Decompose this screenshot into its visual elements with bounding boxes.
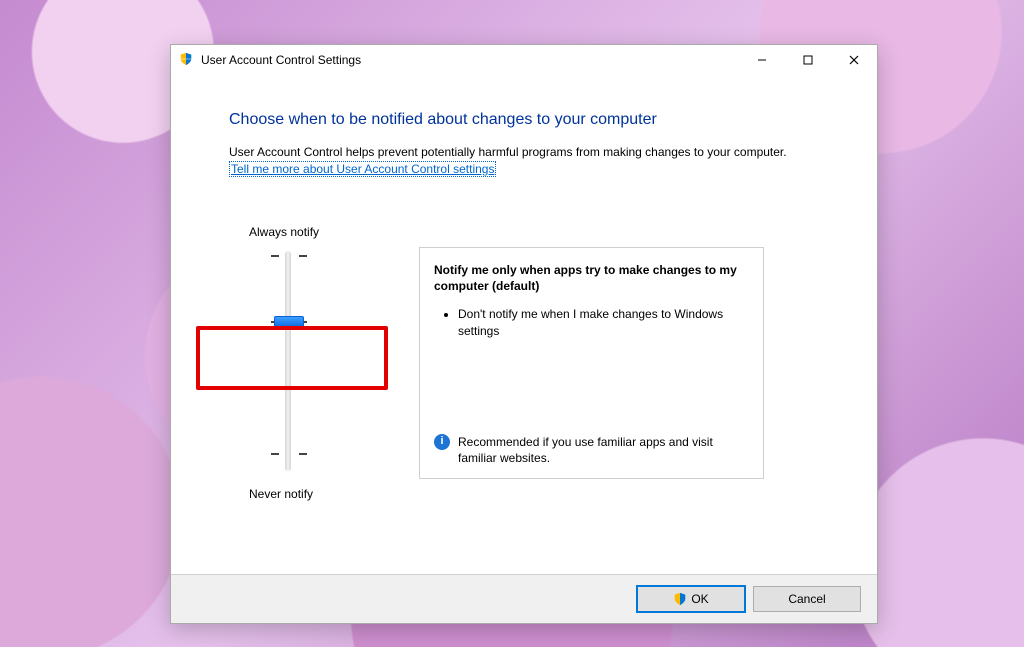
close-button[interactable] bbox=[831, 45, 877, 75]
slider-tick bbox=[299, 453, 307, 455]
ok-button[interactable]: OK bbox=[637, 586, 745, 612]
level-recommendation: Recommended if you use familiar apps and… bbox=[458, 434, 749, 466]
help-link[interactable]: Tell me more about User Account Control … bbox=[229, 161, 496, 177]
slider-track[interactable] bbox=[285, 251, 291, 471]
level-bullet: Don't notify me when I make changes to W… bbox=[458, 306, 749, 338]
desktop-wallpaper: User Account Control Settings Choose whe… bbox=[0, 0, 1024, 647]
slider-thumb[interactable] bbox=[274, 316, 304, 330]
slider-tick bbox=[271, 387, 279, 389]
shield-icon bbox=[673, 592, 687, 606]
cancel-button[interactable]: Cancel bbox=[753, 586, 861, 612]
level-description-panel: Notify me only when apps try to make cha… bbox=[419, 247, 764, 479]
shield-icon bbox=[179, 52, 195, 68]
slider-tick bbox=[299, 387, 307, 389]
slider-label-top: Always notify bbox=[249, 225, 319, 239]
slider-tick bbox=[299, 255, 307, 257]
minimize-button[interactable] bbox=[739, 45, 785, 75]
maximize-button[interactable] bbox=[785, 45, 831, 75]
ok-button-label: OK bbox=[691, 592, 708, 606]
slider-tick bbox=[271, 453, 279, 455]
level-title: Notify me only when apps try to make cha… bbox=[434, 262, 749, 294]
page-heading: Choose when to be notified about changes… bbox=[229, 111, 877, 129]
page-subtext: User Account Control helps prevent poten… bbox=[229, 145, 877, 159]
titlebar[interactable]: User Account Control Settings bbox=[171, 45, 877, 75]
dialog-footer: OK Cancel bbox=[171, 574, 877, 623]
uac-settings-dialog: User Account Control Settings Choose whe… bbox=[170, 44, 878, 624]
dialog-content: Choose when to be notified about changes… bbox=[171, 75, 877, 574]
window-title: User Account Control Settings bbox=[201, 53, 739, 67]
info-icon: i bbox=[434, 434, 450, 450]
slider-label-bottom: Never notify bbox=[249, 487, 313, 501]
cancel-button-label: Cancel bbox=[788, 592, 825, 606]
slider-tick bbox=[271, 255, 279, 257]
